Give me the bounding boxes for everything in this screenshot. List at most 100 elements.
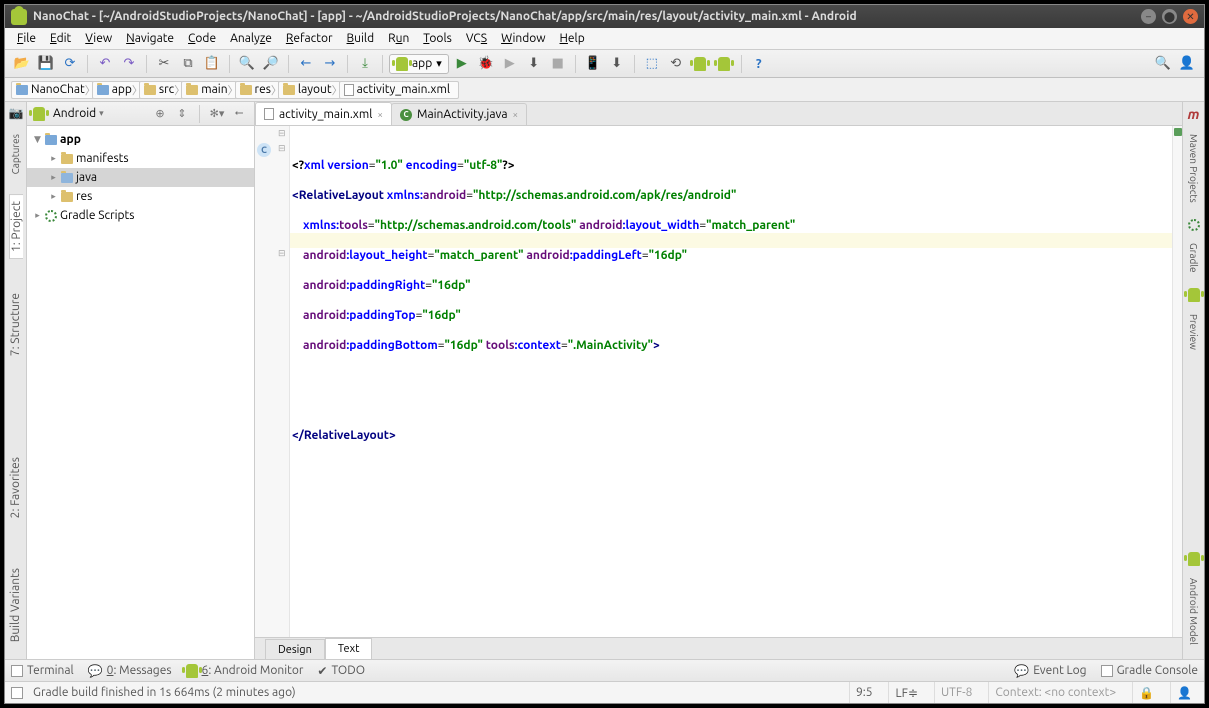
cut-icon[interactable]: ✂ — [153, 53, 175, 75]
crumb-main[interactable]: main — [181, 81, 236, 99]
monitor-tool[interactable]: 6: Android Monitor — [186, 664, 304, 678]
line-ending[interactable]: LF≑ — [888, 682, 923, 703]
tree-res[interactable]: ▸res — [27, 187, 254, 206]
favorites-tool[interactable]: 2: Favorites — [9, 451, 22, 524]
monitor-icon[interactable] — [713, 53, 735, 75]
preview-icon[interactable] — [1188, 288, 1200, 302]
gradle-console-tool[interactable]: Gradle Console — [1101, 664, 1198, 677]
menu-view[interactable]: View — [79, 30, 118, 47]
attach-icon[interactable]: ⬇ — [523, 53, 545, 75]
menu-help[interactable]: Help — [554, 30, 591, 47]
encoding[interactable]: UTF-8 — [934, 682, 978, 703]
maven-icon[interactable]: m — [1188, 106, 1200, 122]
structure-tool[interactable]: 7: Structure — [9, 287, 22, 362]
close-button[interactable]: ✕ — [1183, 9, 1198, 24]
redo-icon[interactable]: ↷ — [118, 53, 140, 75]
menu-edit[interactable]: Edit — [44, 30, 77, 47]
editor-body[interactable]: C ⊟ ⊟ ⊟ <?xml version="1.0" encoding="ut… — [255, 126, 1182, 637]
context[interactable]: Context: <no context> — [988, 682, 1122, 703]
maven-tool[interactable]: Maven Projects — [1188, 128, 1199, 209]
run-icon[interactable]: ▶ — [451, 53, 473, 75]
gutter-class-icon[interactable]: C — [257, 143, 271, 157]
project-view-dropdown[interactable]: Android — [49, 105, 108, 122]
tab-mainactivity[interactable]: CMainActivity.java× — [391, 103, 527, 125]
menu-tools[interactable]: Tools — [417, 30, 458, 47]
sdk-icon[interactable]: ⬇ — [606, 53, 628, 75]
crumb-res[interactable]: res — [235, 81, 280, 99]
avd-icon[interactable]: 📱 — [582, 53, 604, 75]
design-tab[interactable]: Design — [265, 639, 325, 659]
crumb-file[interactable]: activity_main.xml — [339, 81, 459, 99]
menu-vcs[interactable]: VCS — [460, 30, 493, 47]
preview-tool[interactable]: Preview — [1188, 308, 1199, 356]
messages-tool[interactable]: 💬 0: Messages — [88, 664, 172, 678]
copy-icon[interactable]: ⧉ — [177, 53, 199, 75]
sync2-icon[interactable]: ⟲ — [665, 53, 687, 75]
menu-code[interactable]: Code — [182, 30, 222, 47]
back-icon[interactable]: ← — [295, 53, 317, 75]
forward-icon[interactable]: → — [319, 53, 341, 75]
crumb-src[interactable]: src — [139, 81, 183, 99]
collapse-icon[interactable]: ⇕ — [173, 105, 191, 123]
find-icon[interactable]: 🔍 — [236, 53, 258, 75]
captures-tool[interactable]: Captures — [10, 128, 21, 180]
menu-window[interactable]: Window — [495, 30, 551, 47]
close-tab-icon[interactable]: × — [377, 109, 383, 120]
coverage-icon[interactable]: ▶ — [499, 53, 521, 75]
structure-icon[interactable]: ⬚ — [641, 53, 663, 75]
make-icon[interactable]: ⤓ — [354, 53, 376, 75]
ddms-icon[interactable] — [689, 53, 711, 75]
model-tool[interactable]: Android Model — [1188, 572, 1199, 651]
undo-icon[interactable]: ↶ — [94, 53, 116, 75]
maximize-button[interactable]: ⬤ — [1162, 9, 1177, 24]
caret-position[interactable]: 9:5 — [849, 682, 879, 703]
open-icon[interactable]: 📂 — [11, 53, 33, 75]
replace-icon[interactable]: 🔎 — [260, 53, 282, 75]
save-icon[interactable]: 💾 — [35, 53, 57, 75]
gradle-tool[interactable]: Gradle — [1188, 237, 1199, 279]
hector-icon[interactable]: 👤 — [1170, 682, 1198, 703]
todo-tool[interactable]: ✔ TODO — [317, 664, 365, 678]
stop-icon[interactable]: ■ — [547, 53, 569, 75]
text-tab[interactable]: Text — [325, 638, 373, 659]
help-icon[interactable]: ? — [748, 53, 770, 75]
model-icon[interactable] — [1188, 552, 1200, 566]
code-area[interactable]: <?xml version="1.0" encoding="utf-8"?> <… — [290, 126, 1172, 637]
minimize-button[interactable]: – — [1141, 9, 1156, 24]
variants-tool[interactable]: Build Variants — [9, 562, 22, 648]
menu-analyze[interactable]: Analyze — [224, 30, 278, 47]
error-stripe[interactable] — [1172, 126, 1182, 637]
tree-app[interactable]: ▼app — [27, 130, 254, 149]
debug-icon[interactable]: 🐞 — [475, 53, 497, 75]
titlebar[interactable]: NanoChat - [~/AndroidStudioProjects/Nano… — [5, 5, 1204, 28]
hide-icon[interactable]: ⭠ — [230, 105, 248, 123]
user-icon[interactable]: 👤 — [1176, 53, 1198, 75]
menu-build[interactable]: Build — [341, 30, 381, 47]
menu-run[interactable]: Run — [382, 30, 415, 47]
tab-activity-main[interactable]: activity_main.xml× — [255, 102, 392, 125]
target-icon[interactable]: ⊕ — [151, 105, 169, 123]
crumb-layout[interactable]: layout — [278, 81, 341, 99]
close-tab-icon[interactable]: × — [512, 109, 518, 120]
search-everywhere-icon[interactable]: 🔍 — [1152, 53, 1174, 75]
gradle-icon[interactable] — [1188, 219, 1200, 231]
tree-gradle[interactable]: ▸Gradle Scripts — [27, 206, 254, 225]
crumb-project[interactable]: NanoChat — [11, 81, 94, 99]
menu-file[interactable]: File — [11, 30, 42, 47]
lock-icon[interactable]: 🔒 — [1132, 682, 1160, 703]
run-config-selector[interactable]: app ▾ — [389, 54, 449, 74]
settings-icon[interactable]: ✻▾ — [208, 105, 226, 123]
crumb-app[interactable]: app — [92, 81, 141, 99]
project-tree[interactable]: ▼app ▸manifests ▸java ▸res ▸Gradle Scrip… — [27, 126, 254, 659]
gutter[interactable]: C ⊟ ⊟ ⊟ — [255, 126, 290, 637]
project-tool[interactable]: 1: Project — [9, 194, 23, 259]
sync-icon[interactable]: ⟳ — [59, 53, 81, 75]
menu-refactor[interactable]: Refactor — [280, 30, 339, 47]
eventlog-tool[interactable]: 💬 Event Log — [1014, 664, 1086, 678]
captures-tool-icon[interactable]: 📷 — [9, 106, 23, 120]
tree-manifests[interactable]: ▸manifests — [27, 149, 254, 168]
paste-icon[interactable]: 📋 — [201, 53, 223, 75]
terminal-tool[interactable]: Terminal — [11, 664, 74, 677]
status-icon[interactable] — [11, 687, 23, 699]
menu-navigate[interactable]: Navigate — [120, 30, 180, 47]
